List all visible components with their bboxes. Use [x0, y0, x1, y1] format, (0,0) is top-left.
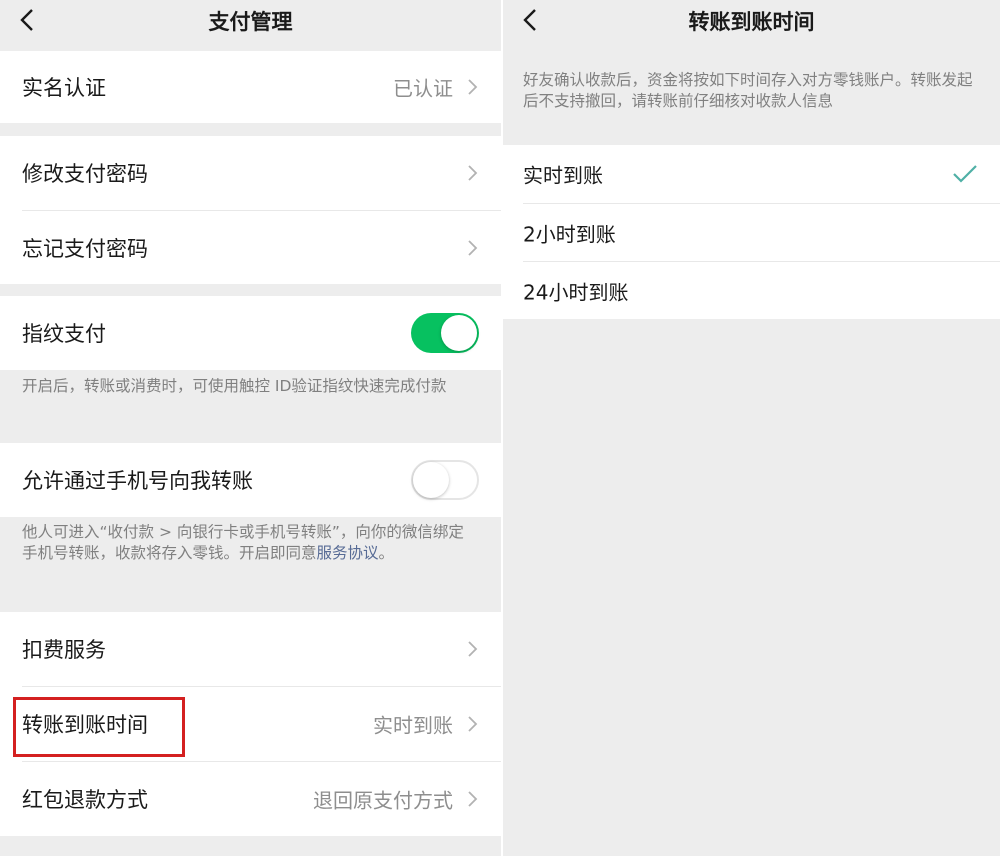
chevron-right-icon — [468, 716, 478, 732]
change-password-label: 修改支付密码 — [22, 162, 148, 186]
real-name-label: 实名认证 — [22, 76, 106, 100]
phone-transfer-label: 允许通过手机号向我转账 — [22, 469, 253, 493]
fingerprint-row: 指纹支付 — [0, 296, 501, 370]
change-password-row[interactable]: 修改支付密码 — [0, 136, 501, 210]
phone-transfer-group: 允许通过手机号向我转账 — [0, 443, 501, 517]
transfer-time-note: 好友确认收款后，资金将按如下时间存入对方零钱账户。转账发起后不支持撤回，请转账前… — [523, 71, 973, 110]
fingerprint-label: 指纹支付 — [22, 322, 106, 346]
page-title: 转账到账时间 — [688, 10, 815, 34]
real-name-row[interactable]: 实名认证 已认证 — [0, 51, 501, 123]
toggle-knob — [441, 315, 477, 351]
real-name-group: 实名认证 已认证 — [0, 51, 501, 123]
option-label: 2小时到账 — [523, 222, 616, 246]
forgot-password-row[interactable]: 忘记支付密码 — [0, 211, 501, 284]
deduction-service-row[interactable]: 扣费服务 — [0, 612, 501, 686]
password-group: 修改支付密码 忘记支付密码 — [0, 136, 501, 284]
refund-method-value: 退回原支付方式 — [313, 788, 453, 813]
chevron-right-icon — [468, 239, 478, 256]
navbar: 支付管理 — [0, 0, 501, 40]
payment-management-screen: 支付管理 实名认证 已认证 修改支付密码 忘记支付密码 指纹支付 开启后，转账或… — [0, 0, 501, 856]
chevron-right-icon — [468, 165, 478, 181]
transfer-time-value: 实时到账 — [373, 713, 453, 738]
fingerprint-note: 开启后，转账或消费时，可使用触控 ID验证指纹快速完成付款 — [22, 377, 447, 395]
phone-transfer-row: 允许通过手机号向我转账 — [0, 443, 501, 517]
fingerprint-toggle[interactable] — [411, 313, 479, 353]
fingerprint-group: 指纹支付 — [0, 296, 501, 370]
phone-transfer-note-text: 他人可进入“收付款 > 向银行卡或手机号转账”，向你的微信绑定手机号转账，收款将… — [22, 523, 464, 562]
phone-transfer-toggle[interactable] — [411, 460, 479, 500]
phone-transfer-note: 他人可进入“收付款 > 向银行卡或手机号转账”，向你的微信绑定手机号转账，收款将… — [22, 522, 473, 564]
forgot-password-label: 忘记支付密码 — [22, 236, 148, 261]
checkmark-icon — [953, 165, 977, 183]
transfer-options-list: 实时到账 2小时到账 24小时到账 — [503, 145, 1000, 319]
option-2-hours[interactable]: 2小时到账 — [503, 204, 1000, 261]
refund-method-label: 红包退款方式 — [22, 788, 148, 812]
page-title: 支付管理 — [208, 10, 293, 34]
service-agreement-link[interactable]: 服务协议 — [317, 544, 379, 562]
option-24-hours[interactable]: 24小时到账 — [503, 262, 1000, 319]
highlight-annotation-box — [13, 697, 185, 757]
toggle-knob — [413, 462, 449, 498]
chevron-right-icon — [468, 791, 478, 807]
transfer-time-screen: 转账到账时间 好友确认收款后，资金将按如下时间存入对方零钱账户。转账发起后不支持… — [503, 0, 1000, 856]
refund-method-row[interactable]: 红包退款方式 退回原支付方式 — [0, 762, 501, 836]
phone-transfer-note-end: 。 — [378, 544, 395, 562]
navbar: 转账到账时间 — [503, 0, 1000, 40]
chevron-right-icon — [468, 79, 478, 95]
deduction-service-label: 扣费服务 — [22, 638, 106, 662]
option-realtime[interactable]: 实时到账 — [503, 145, 1000, 203]
real-name-status: 已认证 — [393, 76, 453, 101]
option-label: 实时到账 — [523, 163, 603, 188]
chevron-right-icon — [468, 641, 478, 657]
option-label: 24小时到账 — [523, 280, 629, 304]
